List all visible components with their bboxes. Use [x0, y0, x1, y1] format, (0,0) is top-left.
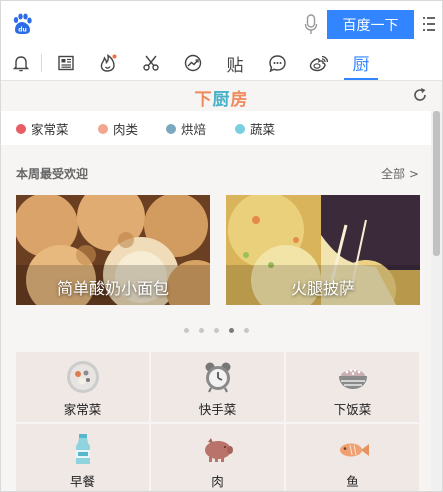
fire-icon — [100, 54, 117, 72]
category-baking[interactable]: 烘焙 — [166, 119, 206, 138]
tieba-icon: 贴 — [226, 55, 244, 76]
grid-item-quick[interactable]: 快手菜 — [151, 352, 284, 422]
grid-item-label: 家常菜 — [63, 402, 102, 417]
pager-dot-active[interactable] — [228, 328, 234, 333]
tab-stocks[interactable] — [176, 46, 210, 80]
baidu-paw-logo-icon[interactable]: du — [11, 13, 33, 35]
pig-icon — [204, 438, 233, 462]
news-icon — [58, 55, 74, 71]
grid-item-meat[interactable]: 肉 — [151, 424, 284, 491]
brand-bar: 下厨房 — [1, 81, 442, 110]
category-vegetables[interactable]: 蔬菜 — [235, 119, 275, 138]
recipe-card[interactable]: 简单酸奶小面包 — [16, 195, 210, 305]
search-button[interactable]: 百度一下 — [327, 10, 414, 39]
refresh-icon[interactable] — [412, 87, 428, 103]
bell-icon — [12, 56, 30, 72]
tab-chat[interactable] — [260, 46, 294, 80]
kitchen-icon: 厨 — [352, 54, 370, 75]
home-dish-icon — [66, 361, 99, 393]
tool-tabs: 贴 厨 — [1, 46, 442, 81]
list-menu-icon[interactable] — [423, 16, 435, 32]
chart-icon — [184, 54, 202, 72]
browser-panel: du 百度一下 贴 厨 下厨房 家常菜 肉类 烘焙 蔬菜 本周最受欢迎 全部 >… — [0, 0, 443, 492]
pager-dot[interactable] — [198, 328, 204, 333]
grid-item-label: 早餐 — [69, 474, 95, 489]
tab-kitchen[interactable]: 厨 — [344, 46, 378, 80]
scissors-icon — [143, 55, 159, 71]
xiachufang-panel: 下厨房 家常菜 肉类 烘焙 蔬菜 本周最受欢迎 全部 > 简单酸奶小面包 火腿披… — [1, 81, 442, 491]
scrollbar-thumb[interactable] — [433, 111, 440, 256]
grid-item-home-cooking[interactable]: 家常菜 — [16, 352, 149, 422]
weibo-icon — [309, 55, 329, 71]
search-input[interactable] — [41, 11, 325, 39]
milk-bottle-icon — [75, 434, 90, 464]
pager-dot[interactable] — [183, 328, 189, 333]
category-meat[interactable]: 肉类 — [98, 119, 138, 138]
tab-weibo[interactable] — [302, 46, 336, 80]
tab-notifications[interactable] — [4, 46, 38, 80]
microphone-icon[interactable] — [304, 14, 318, 36]
tab-screenshot[interactable] — [134, 46, 168, 80]
category-dot — [166, 123, 176, 134]
grid-item-label: 下饭菜 — [333, 402, 372, 417]
category-dot — [235, 123, 245, 134]
grid-item-label: 肉 — [211, 474, 224, 489]
weekly-popular-title: 本周最受欢迎 — [16, 167, 89, 181]
category-dot — [98, 123, 108, 134]
grid-item-fish[interactable]: 鱼 — [286, 424, 419, 491]
tab-tieba[interactable]: 贴 — [218, 46, 252, 80]
category-dot — [16, 123, 26, 134]
chat-icon — [268, 54, 286, 72]
tab-hot[interactable] — [91, 46, 125, 80]
carousel-pager — [1, 318, 431, 337]
xiachufang-logo[interactable]: 下厨房 — [1, 85, 442, 110]
svg-text:du: du — [18, 27, 27, 34]
pager-dot[interactable] — [243, 328, 249, 333]
grid-item-breakfast[interactable]: 早餐 — [16, 424, 149, 491]
recipe-card[interactable]: 火腿披萨 — [226, 195, 420, 305]
alarm-clock-icon — [205, 362, 230, 393]
grid-item-label: 鱼 — [346, 474, 359, 489]
recipe-title: 火腿披萨 — [290, 279, 355, 298]
pager-dot[interactable] — [213, 328, 219, 333]
search-bar: du 百度一下 — [1, 1, 442, 46]
grid-item-rice-dish[interactable]: 下饭菜 — [286, 352, 419, 422]
category-bar: 家常菜 肉类 烘焙 蔬菜 — [1, 111, 431, 145]
tab-news[interactable] — [49, 46, 83, 80]
category-home-cooking[interactable]: 家常菜 — [16, 119, 69, 138]
rice-bowl-icon — [338, 369, 367, 389]
view-all-link[interactable]: 全部 > — [381, 165, 419, 182]
grid-item-label: 快手菜 — [198, 402, 237, 417]
toolbar-divider — [41, 54, 42, 72]
fish-icon — [339, 443, 369, 457]
recipe-title: 简单酸奶小面包 — [56, 279, 169, 298]
